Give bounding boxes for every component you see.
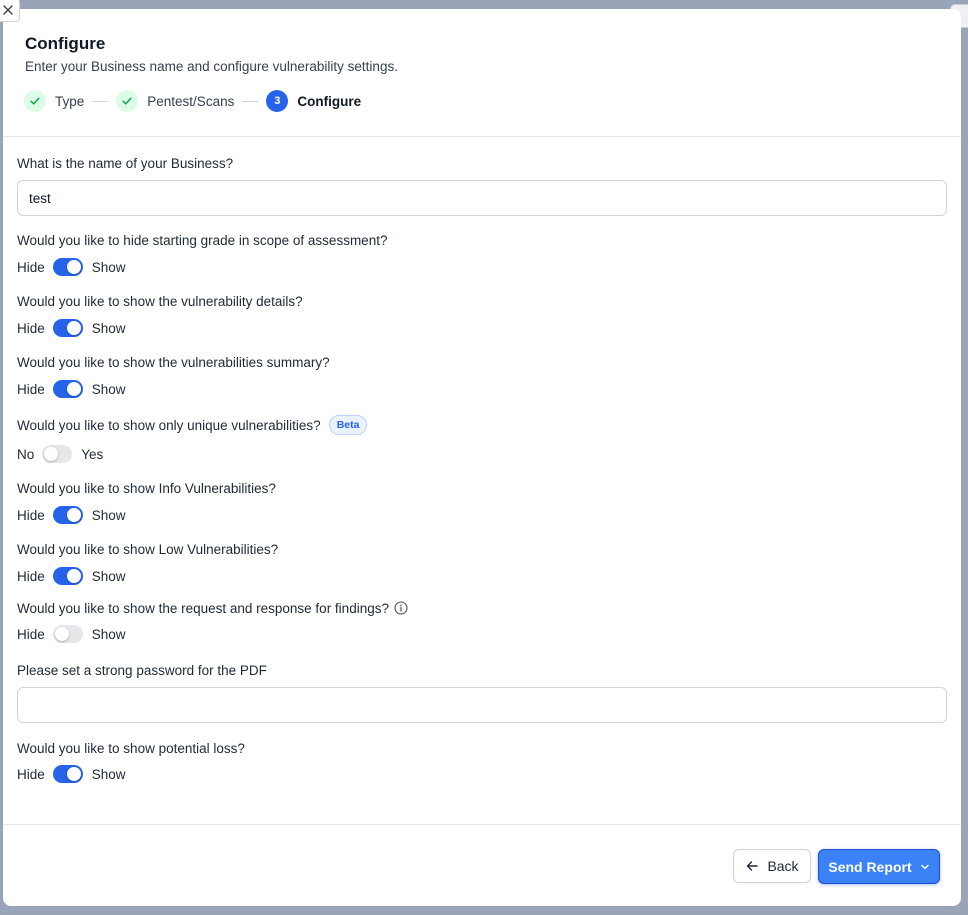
pdf-password-input[interactable]: [17, 687, 947, 723]
step-complete-indicator: [24, 90, 46, 112]
business-name-label: What is the name of your Business?: [17, 155, 234, 171]
step-divider: [92, 100, 109, 102]
pdf-password-label: Please set a strong password for the PDF: [17, 662, 267, 678]
request-response-toggle-row: Hide Show: [17, 624, 947, 644]
low-vulns-question: Would you like to show Low Vulnerabiliti…: [17, 541, 279, 557]
vuln-details-toggle-row: Hide Show: [17, 318, 947, 338]
request-response-label: Would you like to show the request and r…: [17, 600, 389, 616]
check-icon: [30, 97, 40, 105]
hide-grade-toggle-row: Hide Show: [17, 257, 947, 277]
modal-header: Configure Enter your Business name and c…: [3, 9, 961, 137]
step-complete-indicator: [116, 90, 139, 112]
unique-vulns-toggle[interactable]: [42, 445, 73, 463]
toggle-knob: [66, 321, 81, 335]
page-title: Configure: [25, 34, 106, 53]
step-label: Configure: [297, 93, 362, 109]
back-button[interactable]: Back: [733, 849, 811, 883]
configure-modal: Configure Enter your Business name and c…: [3, 9, 961, 906]
unique-vulns-toggle-row: No Yes: [17, 444, 947, 464]
step-label: Pentest/Scans: [147, 93, 235, 109]
toggle-knob: [66, 767, 81, 781]
vuln-summary-toggle-row: Hide Show: [17, 379, 947, 399]
form-body: What is the name of your Business? Would…: [17, 154, 947, 784]
step-label: Type: [55, 93, 85, 109]
toggle-knob: [66, 569, 81, 583]
toggle-on-label: Show: [91, 507, 126, 523]
toggle-off-label: Hide: [17, 568, 45, 584]
page-subtitle: Enter your Business name and configure v…: [25, 59, 398, 74]
toggle-off-label: Hide: [17, 626, 45, 642]
toggle-on-label: Yes: [81, 446, 104, 462]
hide-grade-toggle[interactable]: [52, 258, 83, 276]
toggle-off-label: Hide: [17, 320, 45, 336]
business-name-input[interactable]: [17, 180, 947, 216]
toggle-off-label: Hide: [17, 259, 45, 275]
info-vulns-toggle[interactable]: [52, 506, 83, 524]
step-divider: [242, 100, 259, 102]
step-type[interactable]: Type: [24, 90, 84, 112]
check-icon: [122, 97, 132, 105]
toggle-on-label: Show: [91, 381, 126, 397]
toggle-on-label: Show: [91, 626, 126, 642]
toggle-off-label: Hide: [17, 507, 45, 523]
toggle-knob: [66, 382, 81, 396]
toggle-knob: [54, 627, 69, 641]
toggle-knob: [44, 447, 59, 461]
hide-grade-question: Would you like to hide starting grade in…: [17, 232, 388, 248]
close-icon: [3, 5, 13, 15]
toggle-on-label: Show: [91, 766, 126, 782]
info-vulns-question: Would you like to show Info Vulnerabilit…: [17, 480, 276, 496]
send-report-label: Send Report: [828, 858, 912, 875]
toggle-on-label: Show: [91, 320, 126, 336]
step-pentest-scans[interactable]: Pentest/Scans: [116, 90, 234, 112]
toggle-off-label: Hide: [17, 766, 45, 782]
back-button-label: Back: [767, 858, 799, 874]
vuln-details-toggle[interactable]: [52, 319, 83, 337]
potential-loss-toggle-row: Hide Show: [17, 764, 947, 784]
request-response-question: Would you like to show the request and r…: [17, 600, 947, 616]
info-icon[interactable]: [394, 601, 408, 615]
toggle-on-label: Show: [91, 568, 126, 584]
low-vulns-toggle-row: Hide Show: [17, 566, 947, 586]
potential-loss-toggle[interactable]: [52, 765, 83, 783]
toggle-knob: [66, 260, 81, 274]
chevron-down-icon: [920, 864, 929, 869]
toggle-off-label: Hide: [17, 381, 45, 397]
vuln-details-question: Would you like to show the vulnerability…: [17, 293, 303, 309]
potential-loss-question: Would you like to show potential loss?: [17, 740, 245, 756]
toggle-on-label: Show: [91, 259, 126, 275]
unique-vulns-label: Would you like to show only unique vulne…: [17, 417, 321, 433]
step-configure[interactable]: 3 Configure: [266, 90, 361, 112]
toggle-knob: [66, 508, 81, 522]
info-vulns-toggle-row: Hide Show: [17, 505, 947, 525]
unique-vulns-question: Would you like to show only unique vulne…: [17, 415, 947, 435]
close-button[interactable]: [0, 0, 20, 22]
send-report-button[interactable]: Send Report: [818, 849, 940, 884]
low-vulns-toggle[interactable]: [52, 567, 83, 585]
request-response-toggle[interactable]: [52, 625, 83, 643]
step-number: 3: [266, 90, 289, 112]
toggle-off-label: No: [17, 446, 35, 462]
modal-footer: Back Send Report: [3, 824, 961, 906]
beta-badge: Beta: [328, 415, 368, 435]
arrow-left-icon: [747, 861, 759, 871]
stepper: Type Pentest/Scans 3 Configure: [24, 90, 361, 112]
vuln-summary-toggle[interactable]: [52, 380, 83, 398]
vuln-summary-question: Would you like to show the vulnerabiliti…: [17, 354, 330, 370]
